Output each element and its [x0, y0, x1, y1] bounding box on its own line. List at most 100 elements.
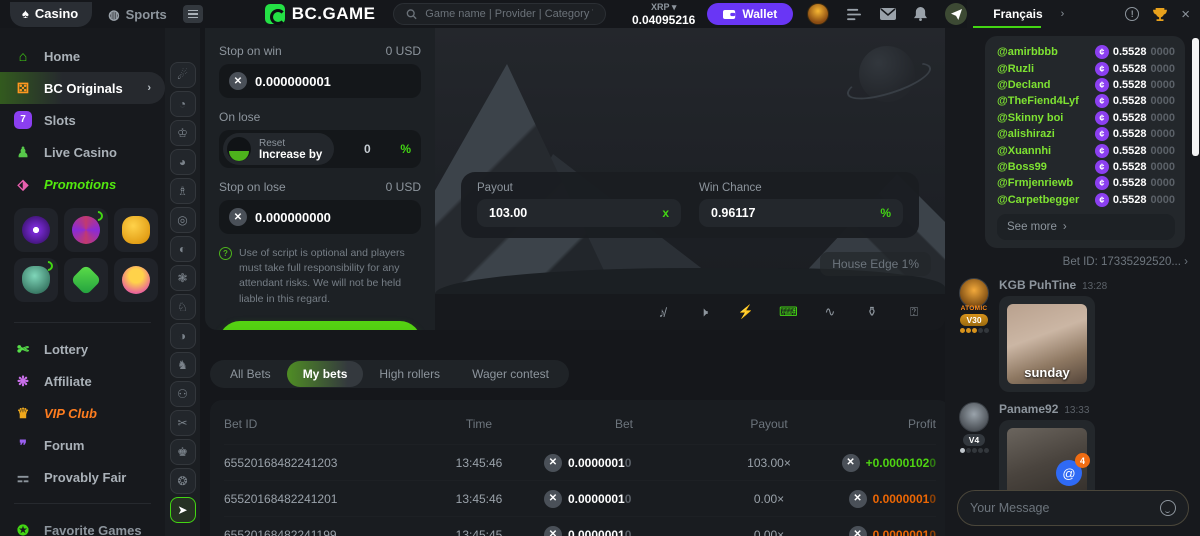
winner-row[interactable]: @Frmjenriewb¢0.55280000: [997, 175, 1175, 191]
winner-row[interactable]: @Skinny boi¢0.55280000: [997, 110, 1175, 126]
search-input[interactable]: [425, 8, 593, 20]
game-shortcut-icon[interactable]: ♔: [170, 120, 196, 146]
bell-icon[interactable]: [914, 7, 927, 21]
winner-row[interactable]: @Ruzli¢0.55280000: [997, 60, 1175, 76]
balance-display[interactable]: XRP ▾ 0.04095216: [632, 3, 695, 26]
stop-on-lose-input[interactable]: ✕ 0.000000000: [219, 200, 421, 234]
game-shortcut-icon[interactable]: ⚇: [170, 381, 196, 407]
chat-username[interactable]: KGB PuhTine: [999, 278, 1076, 292]
help-icon[interactable]: ⍰: [905, 304, 923, 320]
chat-rules-icon[interactable]: !: [1125, 7, 1139, 21]
table-row[interactable]: 65520168482241199 13:45:45 ✕0.00000010 0…: [224, 516, 936, 536]
top-bar: ♠ Casino ◍ Sports BC.GAME XRP ▾ 0.040952…: [0, 0, 1200, 28]
sidebar-item-home[interactable]: ⌂ Home: [0, 40, 165, 72]
promo-rocket-tile[interactable]: [14, 258, 58, 302]
gif-image[interactable]: sunday: [1007, 304, 1087, 384]
game-shortcut-icon[interactable]: ◕: [170, 149, 196, 175]
increase-by-option[interactable]: Increase by: [259, 149, 322, 161]
tab-my-bets[interactable]: My bets: [287, 361, 364, 387]
winner-row[interactable]: @Boss99¢0.55280000: [997, 159, 1175, 175]
tab-sports[interactable]: ◍ Sports: [108, 7, 167, 22]
tab-all-bets[interactable]: All Bets: [214, 360, 287, 388]
see-more-button[interactable]: See more ›: [997, 214, 1175, 240]
message-input[interactable]: [970, 501, 1160, 515]
avatar[interactable]: [959, 402, 989, 432]
reset-increase-toggle[interactable]: Reset Increase by: [223, 133, 334, 165]
stats-curve-icon[interactable]: ∿: [821, 304, 839, 320]
payout-input[interactable]: 103.00 x: [477, 199, 681, 227]
promo-spin-tile[interactable]: [14, 208, 58, 252]
emoji-icon[interactable]: [1160, 500, 1176, 516]
table-row[interactable]: 65520168482241203 13:45:46 ✕0.00000010 1…: [224, 444, 936, 480]
promo-wheel-tile[interactable]: [64, 208, 108, 252]
game-shortcut-icon[interactable]: ✂: [170, 410, 196, 436]
sound-off-icon[interactable]: 🕨: [695, 304, 713, 320]
winner-row[interactable]: @Carpetbegger¢0.55280000: [997, 192, 1175, 208]
game-shortcut-icon[interactable]: ◑: [170, 323, 196, 349]
promo-piggy-tile[interactable]: [114, 208, 158, 252]
sidebar-item-promotions[interactable]: ⬗ Promotions: [0, 168, 165, 200]
hotkeys-keyboard-icon[interactable]: ⌨: [779, 304, 797, 320]
start-auto-bet-button[interactable]: Start Auto Bet: [219, 321, 421, 330]
sidebar-item-vip-club[interactable]: ♛ VIP Club: [0, 397, 165, 429]
winner-row[interactable]: @TheFiend4Lyf¢0.55280000: [997, 93, 1175, 109]
promo-tag-tile[interactable]: [64, 258, 108, 302]
close-chat-icon[interactable]: ×: [1181, 6, 1190, 23]
game-shortcut-icon[interactable]: ◎: [170, 207, 196, 233]
search-bar[interactable]: [393, 3, 605, 25]
winner-row[interactable]: @amirbbbb¢0.55280000: [997, 44, 1175, 60]
sidebar-item-favorite-games[interactable]: ✪ Favorite Games: [0, 514, 165, 536]
game-shortcut-icon[interactable]: ♚: [170, 439, 196, 465]
music-off-icon[interactable]: ♪̸: [653, 305, 671, 320]
sidebar-item-live-casino[interactable]: ♟ Live Casino: [0, 136, 165, 168]
sidebar-item-forum[interactable]: ❞ Forum: [0, 429, 165, 461]
game-shortcut-icon[interactable]: ☄: [170, 62, 196, 88]
game-shortcut-icon[interactable]: ♘: [170, 294, 196, 320]
turbo-bolt-icon[interactable]: ⚡: [737, 304, 755, 320]
sidebar-item-lottery[interactable]: ✄ Lottery: [0, 333, 165, 365]
chat-username[interactable]: Paname92: [999, 402, 1058, 416]
game-shortcut-rocket-icon[interactable]: ➤: [170, 497, 196, 523]
winner-row[interactable]: @alishirazi¢0.55280000: [997, 126, 1175, 142]
menu-icon[interactable]: [183, 5, 203, 23]
chat-room-language[interactable]: Français: [993, 7, 1042, 21]
tab-high-rollers[interactable]: High rollers: [363, 360, 456, 388]
winner-row[interactable]: @Xuannhi¢0.55280000: [997, 142, 1175, 158]
game-shortcut-icon[interactable]: ◐: [170, 236, 196, 262]
bc-game-logo[interactable]: BC.GAME: [265, 4, 376, 24]
sidebar-item-provably-fair[interactable]: ⚎ Provably Fair: [0, 461, 165, 493]
chat-scrollbar[interactable]: [1192, 38, 1199, 156]
house-edge-badge: House Edge 1%: [820, 252, 931, 276]
game-shortcut-icon[interactable]: ◔: [170, 91, 196, 117]
game-shortcut-icon[interactable]: ❂: [170, 468, 196, 494]
winner-row[interactable]: @Decland¢0.55280000: [997, 77, 1175, 93]
on-lose-value-input[interactable]: 0: [334, 142, 400, 156]
promo-coins-tile[interactable]: [114, 258, 158, 302]
win-chance-input[interactable]: 0.96117 %: [699, 199, 903, 227]
sidebar-item-bc-originals[interactable]: ⚄ BC Originals ›: [0, 72, 165, 104]
mention-button[interactable]: @ 4: [1056, 460, 1082, 486]
dice-icon: ⚄: [14, 79, 32, 97]
game-shortcut-icon[interactable]: ♗: [170, 178, 196, 204]
table-row[interactable]: 65520168482241201 13:45:46 ✕0.00000010 0…: [224, 480, 936, 516]
game-shortcut-icon[interactable]: ♞: [170, 352, 196, 378]
tab-wager-contest[interactable]: Wager contest: [456, 360, 565, 388]
vip-progress-icon[interactable]: [847, 8, 862, 21]
user-avatar[interactable]: [807, 3, 829, 25]
wallet-button[interactable]: Wallet: [707, 3, 793, 25]
sidebar-item-slots[interactable]: 7 Slots: [0, 104, 165, 136]
room-chevron-icon[interactable]: ›: [1061, 8, 1065, 20]
chat-toggle-icon[interactable]: [945, 3, 967, 25]
payout-x-icon[interactable]: x: [662, 206, 669, 220]
currency-selector[interactable]: XRP ▾: [632, 3, 695, 12]
tab-casino[interactable]: ♠ Casino: [10, 2, 92, 27]
stop-on-win-input[interactable]: ✕ 0.000000001: [219, 64, 421, 98]
avatar[interactable]: [959, 278, 989, 308]
mail-icon[interactable]: [880, 8, 896, 20]
sidebar-item-affiliate[interactable]: ❋ Affiliate: [0, 365, 165, 397]
game-shortcut-icon[interactable]: ❃: [170, 265, 196, 291]
reset-option[interactable]: Reset: [259, 138, 322, 149]
trophy-icon[interactable]: [1153, 8, 1167, 21]
bet-id-link[interactable]: Bet ID: 17335292520... ›: [959, 256, 1188, 268]
seed-trash-icon[interactable]: ⚱: [863, 304, 881, 320]
